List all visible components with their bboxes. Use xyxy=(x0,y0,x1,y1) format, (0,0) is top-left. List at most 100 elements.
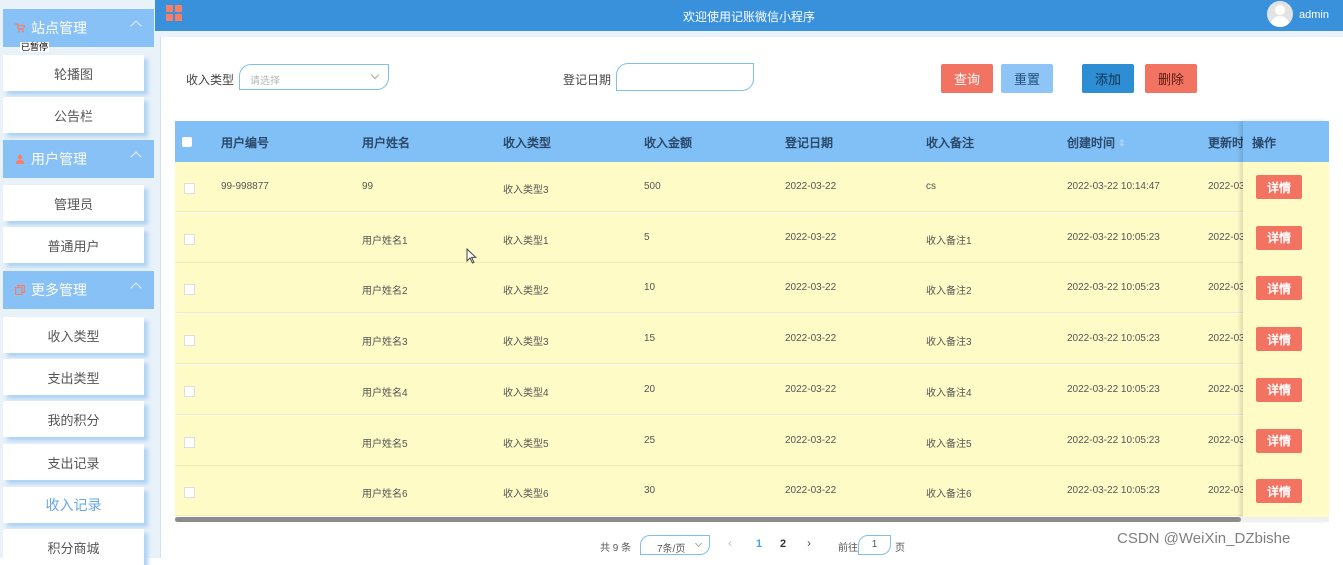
sidebar-item-label: 管理员 xyxy=(53,196,93,212)
detail-button[interactable]: 详情 xyxy=(1256,428,1302,453)
cart-icon xyxy=(15,23,25,33)
page-size-value: 7条/页 xyxy=(657,544,686,555)
cell-created: 2022-03-22 10:14:47 xyxy=(1067,181,1160,192)
sidebar-item-notice[interactable]: 公告栏 xyxy=(3,97,144,133)
copy-icon xyxy=(15,285,25,295)
sidebar-item-points-mall[interactable]: 积分商城 xyxy=(3,529,144,565)
sidebar-group-user[interactable]: 用户管理 xyxy=(3,140,154,178)
next-page-icon[interactable]: › xyxy=(807,536,811,550)
cell-income-type: 收入类型3 xyxy=(503,337,549,349)
sidebar-item-expense-type[interactable]: 支出类型 xyxy=(3,359,144,395)
page-2[interactable]: 2 xyxy=(780,538,786,550)
row-checkbox[interactable] xyxy=(184,385,195,397)
sidebar-item-my-points[interactable]: 我的积分 xyxy=(3,401,144,437)
sidebar-item-label: 普通用户 xyxy=(47,238,100,254)
cell-user-name: 用户姓名6 xyxy=(362,489,408,501)
cell-amount: 25 xyxy=(644,434,656,446)
cell-date: 2022-03-22 xyxy=(785,231,837,243)
goto-suffix: 页 xyxy=(895,543,905,554)
table-row[interactable]: 99-998877 99 收入类型3 500 2022-03-22 cs 2022-03-2… xyxy=(175,162,1329,212)
detail-button[interactable]: 详情 xyxy=(1256,175,1302,199)
sidebar-item-label: 公告栏 xyxy=(53,108,93,124)
cell-note: 收入备注3 xyxy=(926,337,972,349)
goto-prefix: 前往 xyxy=(838,543,858,554)
sidebar-item-income-type[interactable]: 收入类型 xyxy=(3,317,144,353)
sidebar-item-normal-user[interactable]: 普通用户 xyxy=(3,227,144,263)
horizontal-scrollbar[interactable] xyxy=(175,517,1329,522)
detail-button[interactable]: 详情 xyxy=(1256,276,1302,301)
col-income-type[interactable]: 收入类型 xyxy=(503,134,551,151)
col-operation: 操作 xyxy=(1252,136,1277,150)
add-button[interactable]: 添加 xyxy=(1082,64,1134,93)
detail-button[interactable]: 详情 xyxy=(1256,377,1302,402)
sort-icon[interactable]: ⇕ xyxy=(1118,138,1126,149)
cell-date: 2022-03-22 xyxy=(785,383,837,395)
select-placeholder: 请选择 xyxy=(250,76,280,87)
col-user-no[interactable]: 用户编号 xyxy=(221,134,269,151)
chevron-down-icon xyxy=(694,539,703,548)
income-type-select[interactable]: 请选择 xyxy=(239,64,389,90)
query-button[interactable]: 查询 xyxy=(941,64,993,93)
cell-user-name: 用户姓名4 xyxy=(362,387,408,399)
total-count: 共 9 条 xyxy=(600,543,632,554)
cell-created: 2022-03-22 10:05:23 xyxy=(1067,485,1160,497)
col-note[interactable]: 收入备注 xyxy=(926,134,974,151)
detail-button[interactable]: 详情 xyxy=(1256,327,1302,352)
sidebar-item-income-record[interactable]: 收入记录 xyxy=(3,487,144,523)
scrollbar-thumb[interactable] xyxy=(175,517,1241,522)
avatar[interactable] xyxy=(1267,1,1293,27)
select-all-checkbox[interactable] xyxy=(182,137,192,147)
chevron-up-icon xyxy=(130,282,142,294)
table-row[interactable]: 用户姓名3 收入类型3 15 2022-03-22 收入备注3 2022-03-22 10… xyxy=(175,314,1329,365)
sidebar-item-admin[interactable]: 管理员 xyxy=(3,185,144,221)
row-checkbox[interactable] xyxy=(184,436,195,448)
sidebar-item-expense-record[interactable]: 支出记录 xyxy=(3,444,144,480)
updated-column-clip: 更新时间 2022-03-22 10:14:47 2022-03-22 10:05… xyxy=(1206,121,1243,521)
col-date[interactable]: 登记日期 xyxy=(785,134,833,151)
cell-updated: 2022-03-22 10:05:23 xyxy=(1208,333,1243,345)
cell-amount: 20 xyxy=(644,383,656,395)
chevron-up-icon xyxy=(130,20,142,32)
detail-button[interactable]: 详情 xyxy=(1256,479,1302,504)
cell-user-name: 99 xyxy=(362,181,374,192)
sidebar-group-more[interactable]: 更多管理 xyxy=(3,271,154,309)
col-created[interactable]: 创建时间 ⇕ xyxy=(1067,134,1126,151)
cell-updated: 2022-03-22 10:05:23 xyxy=(1208,434,1243,446)
date-input[interactable] xyxy=(616,63,754,91)
username[interactable]: admin xyxy=(1299,9,1329,21)
row-checkbox[interactable] xyxy=(184,335,195,347)
sidebar-item-label: 积分商城 xyxy=(47,540,100,556)
col-user-name[interactable]: 用户姓名 xyxy=(362,134,410,151)
goto-page-input[interactable]: 1 xyxy=(858,535,891,555)
sidebar-item-label: 支出记录 xyxy=(47,455,100,471)
table-row[interactable]: 用户姓名5 收入类型5 25 2022-03-22 收入备注5 2022-03-22 10… xyxy=(175,415,1329,466)
table-row[interactable]: 用户姓名4 收入类型4 20 2022-03-22 收入备注4 2022-03-22 10… xyxy=(175,364,1329,415)
col-updated[interactable]: 更新时间 xyxy=(1208,134,1243,151)
detail-button[interactable]: 详情 xyxy=(1256,225,1302,250)
header-divider xyxy=(155,31,1343,37)
row-checkbox[interactable] xyxy=(184,233,195,245)
sidebar-item-carousel[interactable]: 轮播图 xyxy=(3,55,144,91)
row-checkbox[interactable] xyxy=(184,487,195,499)
cell-created: 2022-03-22 10:05:23 xyxy=(1067,333,1160,345)
mouse-cursor-icon xyxy=(466,248,477,264)
table-row[interactable]: 用户姓名6 收入类型6 30 2022-03-22 收入备注6 2022-03-22 10… xyxy=(175,466,1329,517)
prev-page-icon[interactable]: ‹ xyxy=(728,536,732,550)
cell-amount: 500 xyxy=(644,181,661,192)
cell-note: 收入备注2 xyxy=(926,286,972,298)
table-row[interactable]: 用户姓名1 收入类型1 5 2022-03-22 收入备注1 2022-03-22 10:… xyxy=(175,212,1329,263)
cell-user-name: 用户姓名5 xyxy=(362,438,408,450)
col-amount[interactable]: 收入金额 xyxy=(644,134,692,151)
page-1[interactable]: 1 xyxy=(756,538,762,550)
cell-created: 2022-03-22 10:05:23 xyxy=(1067,282,1160,294)
delete-button[interactable]: 删除 xyxy=(1145,64,1197,93)
cell-user-no: 99-998877 xyxy=(221,181,269,192)
page-size-select[interactable]: 7条/页 xyxy=(640,535,710,555)
cell-date: 2022-03-22 xyxy=(785,485,837,497)
row-checkbox[interactable] xyxy=(184,183,195,194)
sidebar-item-label: 轮播图 xyxy=(53,66,93,82)
reset-button[interactable]: 重置 xyxy=(1001,64,1053,93)
row-checkbox[interactable] xyxy=(184,284,195,296)
cell-note: 收入备注1 xyxy=(926,235,972,247)
table-row[interactable]: 用户姓名2 收入类型2 10 2022-03-22 收入备注2 2022-03-22 10… xyxy=(175,263,1329,314)
